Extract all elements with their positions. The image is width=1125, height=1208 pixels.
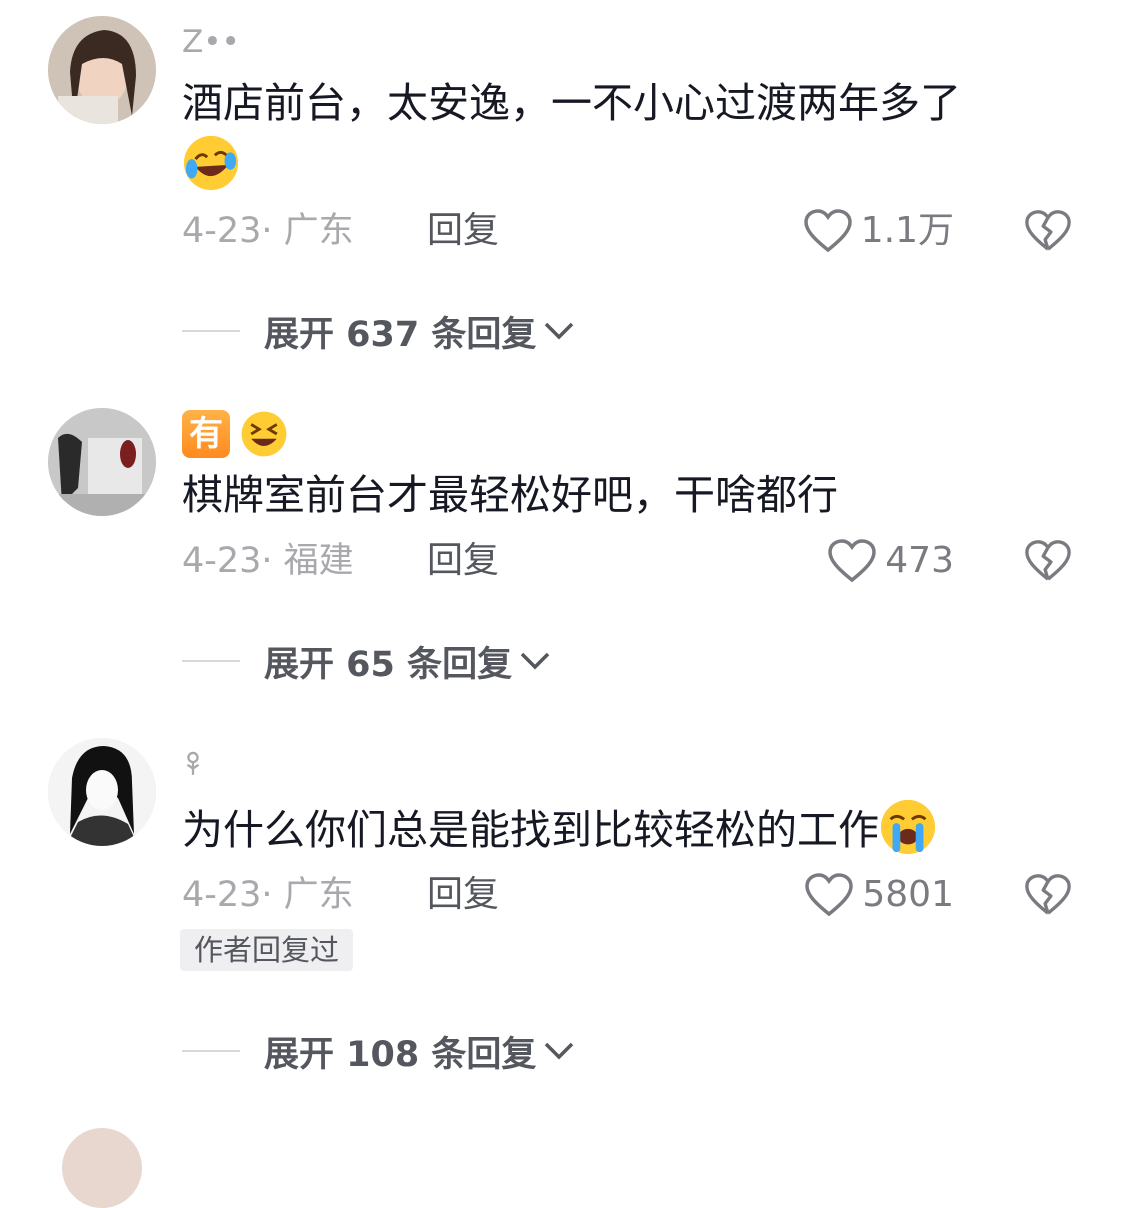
dislike-button[interactable] <box>1024 536 1072 584</box>
author-replied-badge: 作者回复过 <box>180 929 354 971</box>
like-count: 473 <box>885 540 954 581</box>
expand-replies-label: 展开 65 条回复 <box>264 644 513 685</box>
divider <box>182 330 240 332</box>
divider <box>182 660 240 662</box>
dislike-button[interactable] <box>1024 870 1072 918</box>
like-count: 1.1万 <box>860 210 954 251</box>
crying-emoji <box>879 798 937 856</box>
comment-meta: 4-23· 广东 回复 5801 <box>182 870 1082 920</box>
comment-meta: 4-23· 广东 回复 1.1万 <box>182 206 1082 256</box>
expand-replies-button[interactable]: 展开 108 条回复 <box>182 1026 576 1076</box>
comment-meta: 4-23· 福建 回复 473 <box>182 536 1082 586</box>
reply-button[interactable]: 回复 <box>427 206 499 256</box>
username[interactable]: Z•• <box>182 22 240 62</box>
heart-icon <box>805 873 854 917</box>
reply-button[interactable]: 回复 <box>427 870 499 920</box>
user-badge: 有 <box>182 410 230 458</box>
comment-text-body: 酒店前台，太安逸，一不小心过渡两年多了 <box>182 79 961 127</box>
divider <box>182 1050 240 1052</box>
like-button[interactable]: 1.1万 <box>803 206 954 256</box>
comment-text: 为什么你们总是能找到比较轻松的工作 <box>182 798 1062 861</box>
chevron-down-icon <box>520 652 550 670</box>
heart-icon <box>828 539 877 583</box>
username[interactable]: 有 <box>182 410 288 458</box>
rolling-laughing-emoji <box>182 134 240 192</box>
date-location: 4-23· 福建 <box>182 541 354 581</box>
flower-icon <box>186 751 200 775</box>
expand-replies-button[interactable]: 展开 637 条回复 <box>182 306 576 356</box>
username[interactable] <box>182 746 204 786</box>
dislike-button[interactable] <box>1024 206 1072 254</box>
avatar[interactable] <box>48 408 156 516</box>
like-count: 5801 <box>862 874 954 915</box>
expand-replies-button[interactable]: 展开 65 条回复 <box>182 636 552 686</box>
broken-heart-icon <box>1025 210 1071 251</box>
avatar[interactable] <box>62 1128 142 1208</box>
reply-button[interactable]: 回复 <box>427 536 499 586</box>
comment-text: 棋牌室前台才最轻松好吧，干啥都行 <box>182 471 838 519</box>
comment-text: 酒店前台，太安逸，一不小心过渡两年多了 <box>182 72 1062 197</box>
chevron-down-icon <box>545 1042 574 1060</box>
grinning-squint-emoji <box>240 410 288 458</box>
like-button[interactable]: 5801 <box>804 870 954 920</box>
broken-heart-icon <box>1025 874 1071 915</box>
avatar[interactable] <box>48 16 156 124</box>
date-location: 4-23· 广东 <box>182 211 354 251</box>
expand-replies-label: 展开 108 条回复 <box>264 1034 537 1075</box>
avatar[interactable] <box>48 738 156 846</box>
date-location: 4-23· 广东 <box>182 875 354 915</box>
expand-replies-label: 展开 637 条回复 <box>264 314 537 355</box>
chevron-down-icon <box>545 322 574 340</box>
like-button[interactable]: 473 <box>827 536 954 586</box>
heart-icon <box>803 209 852 253</box>
comment-text-body: 为什么你们总是能找到比较轻松的工作 <box>182 806 879 854</box>
broken-heart-icon <box>1025 540 1071 581</box>
